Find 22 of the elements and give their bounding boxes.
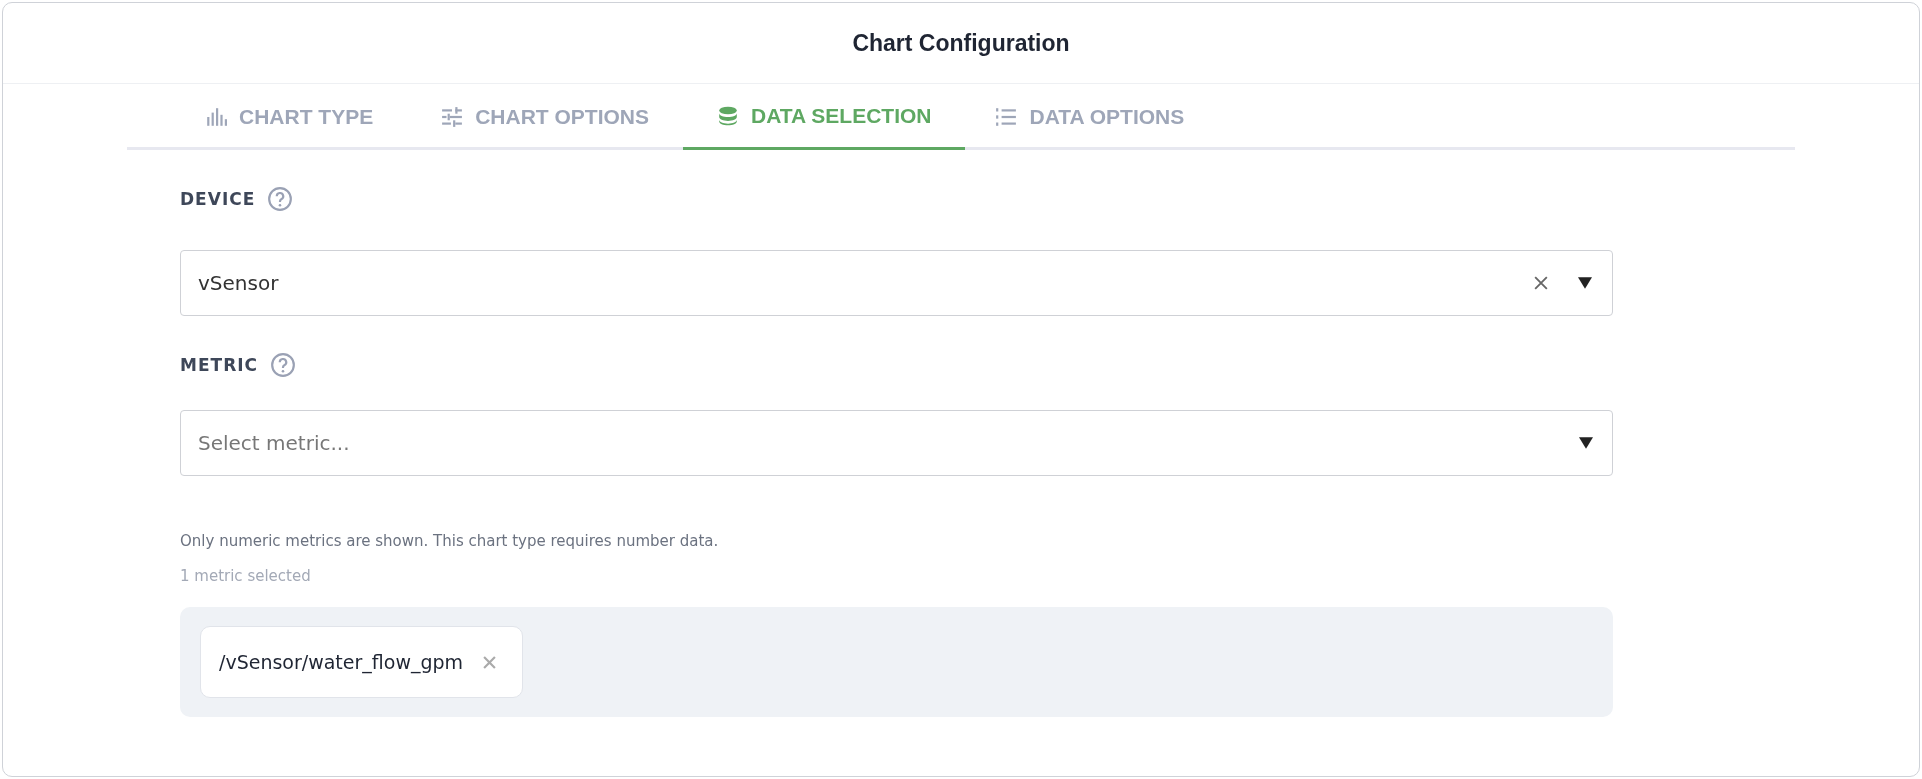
help-icon[interactable] [270, 352, 297, 378]
clear-icon[interactable] [1534, 276, 1548, 290]
sliders-icon [441, 106, 464, 128]
bar-chart-icon [205, 106, 227, 128]
tab[interactable]: CHART OPTIONS [441, 84, 684, 150]
hint-text: Only numeric metrics are shown. This chart type requires number data. [180, 532, 720, 550]
tab[interactable]: DATA OPTIONS [965, 84, 1219, 150]
numbered-list-icon [995, 106, 1018, 128]
caret-icon[interactable] [1579, 437, 1593, 449]
metric-chip[interactable]: /vSensor/water_flow_gpm [200, 626, 524, 698]
field-label: DEVICE [180, 189, 256, 209]
window-title: Chart Configuration [852, 29, 1070, 57]
tab[interactable]: CHART TYPE [205, 84, 408, 150]
selected-count: 1 metric selected [180, 567, 312, 585]
tab[interactable]: DATA SELECTION [683, 84, 966, 150]
help-icon[interactable] [267, 186, 294, 212]
device-select[interactable]: vSensor [180, 250, 1613, 316]
metric-select[interactable]: Select metric... [180, 410, 1613, 476]
caret-icon[interactable] [1578, 277, 1592, 289]
database-icon [717, 104, 740, 127]
chip-label: /vSensor/water_flow_gpm [219, 651, 464, 673]
field-label: METRIC [180, 355, 259, 375]
